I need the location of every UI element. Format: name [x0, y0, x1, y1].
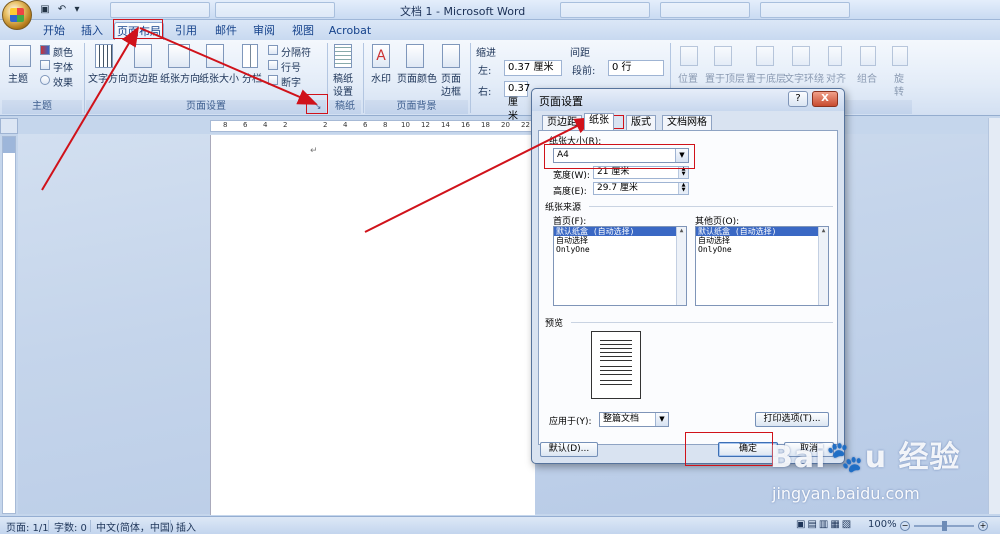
arrow-to-launcher [139, 27, 318, 105]
status-bar: 页面: 1/1 字数: 0 中文(简体，中国) 插入 ▣▤▥▦▧ 100% − … [0, 516, 1000, 534]
arrow-to-paper-tab [364, 117, 595, 233]
watermark-url: jingyan.baidu.com [772, 484, 920, 503]
baidu-watermark: Bai🐾u 经验 jingyan.baidu.com [770, 432, 1000, 512]
status-language[interactable]: 中文(简体，中国) [96, 519, 174, 534]
status-page[interactable]: 页面: 1/1 [6, 519, 49, 534]
arrow-to-page-layout [41, 26, 140, 191]
baidu-logo: Bai🐾u 经验 [770, 440, 961, 475]
zoom-out-icon[interactable]: − [900, 521, 910, 531]
zoom-level[interactable]: 100% [868, 519, 897, 530]
tab-paper[interactable]: 纸张 [584, 113, 614, 130]
office-button[interactable] [2, 0, 32, 30]
zoom-in-icon[interactable]: + [978, 521, 988, 531]
status-insert-mode[interactable]: 插入 [176, 519, 196, 534]
view-buttons-icon[interactable]: ▣▤▥▦▧ [796, 519, 853, 530]
zoom-slider-thumb[interactable] [942, 521, 947, 531]
status-words[interactable]: 字数: 0 [54, 519, 87, 534]
